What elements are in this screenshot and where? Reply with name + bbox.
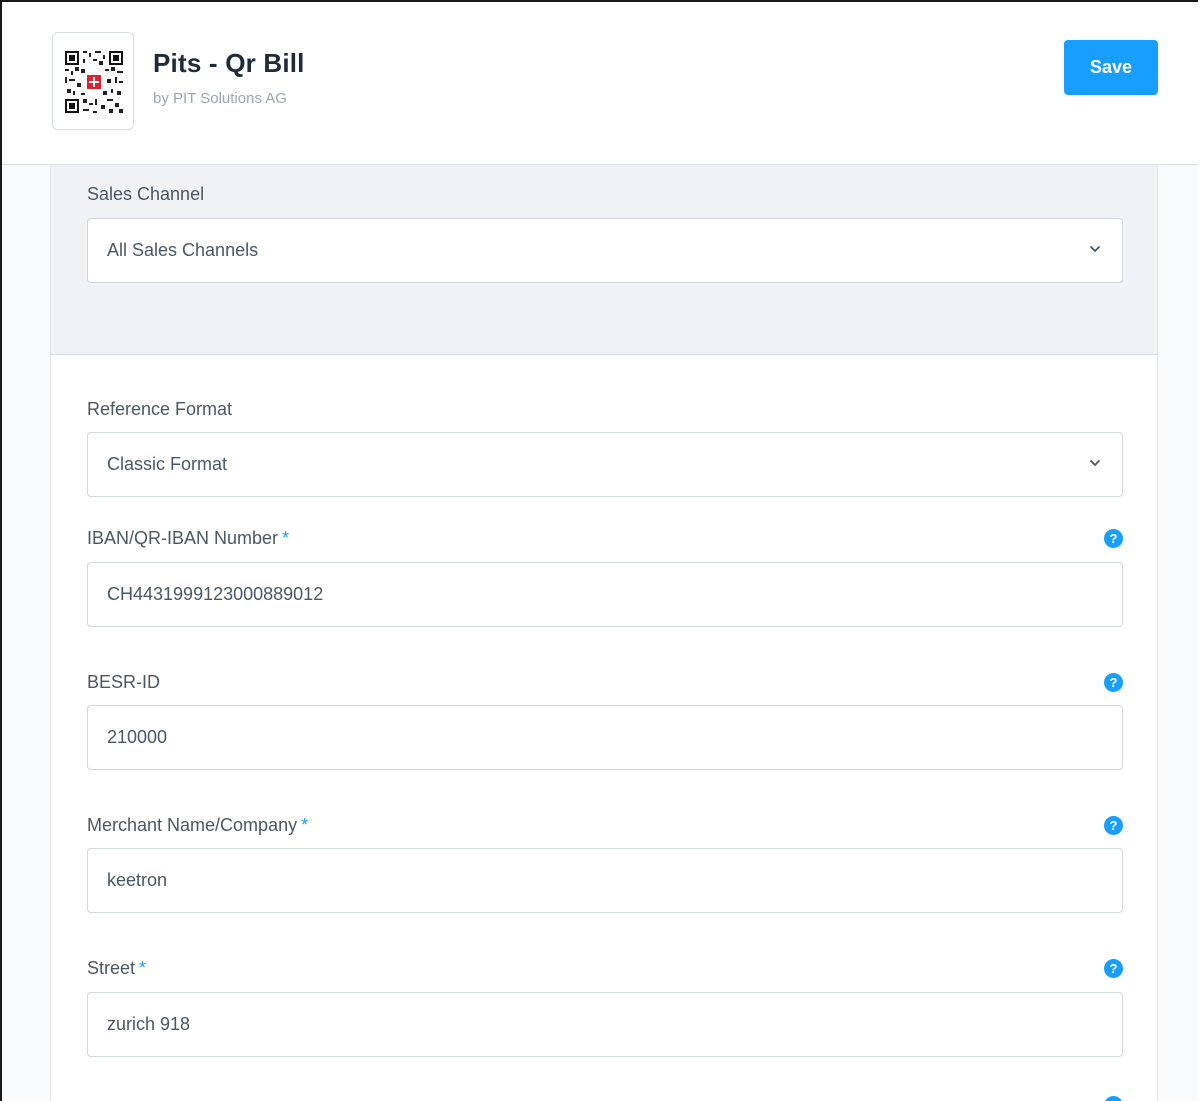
iban-label: IBAN/QR-IBAN Number * (87, 528, 289, 549)
iban-input[interactable]: CH4431999123000889012 (87, 562, 1123, 627)
reference-format-select[interactable]: Classic Format (87, 432, 1123, 497)
street-label-text: Street (87, 958, 136, 978)
app-vendor: by PIT Solutions AG (153, 90, 287, 107)
merchant-value: keetron (107, 870, 168, 890)
chevron-down-icon (1090, 460, 1100, 466)
street-input[interactable]: zurich 918 (87, 992, 1123, 1057)
street-label: Street * (87, 958, 146, 979)
required-marker: * (139, 958, 147, 978)
app-title: Pits - Qr Bill (153, 48, 305, 78)
save-button[interactable]: Save (1064, 40, 1158, 95)
besr-id-label: BESR-ID (87, 672, 161, 692)
required-marker: * (282, 528, 290, 548)
iban-value: CH4431999123000889012 (107, 584, 324, 604)
help-icon[interactable]: ? (1104, 529, 1123, 548)
reference-format-value: Classic Format (107, 454, 228, 474)
required-marker: * (301, 815, 309, 835)
chevron-down-icon (1090, 246, 1100, 252)
app-logo (52, 32, 134, 130)
qr-code-icon (63, 49, 125, 115)
help-icon[interactable]: ? (1104, 673, 1123, 692)
merchant-label: Merchant Name/Company * (87, 815, 308, 836)
help-icon[interactable]: ? (1104, 816, 1123, 835)
sales-channel-value: All Sales Channels (107, 240, 259, 260)
help-icon[interactable]: ? (1104, 959, 1123, 978)
iban-label-text: IBAN/QR-IBAN Number (87, 528, 279, 548)
app-header: Pits - Qr Bill by PIT Solutions AG Save (2, 2, 1198, 165)
merchant-label-text: Merchant Name/Company (87, 815, 298, 835)
merchant-input[interactable]: keetron (87, 848, 1123, 913)
app-window: Pits - Qr Bill by PIT Solutions AG Save … (0, 0, 1198, 1101)
street-value: zurich 918 (107, 1014, 191, 1034)
besr-id-value: 210000 (107, 727, 168, 747)
reference-format-label: Reference Format (87, 399, 233, 419)
sales-channel-label: Sales Channel (87, 184, 205, 204)
settings-content (2, 165, 1198, 1101)
besr-id-input[interactable]: 210000 (87, 705, 1123, 770)
sales-channel-select[interactable]: All Sales Channels (87, 218, 1123, 283)
